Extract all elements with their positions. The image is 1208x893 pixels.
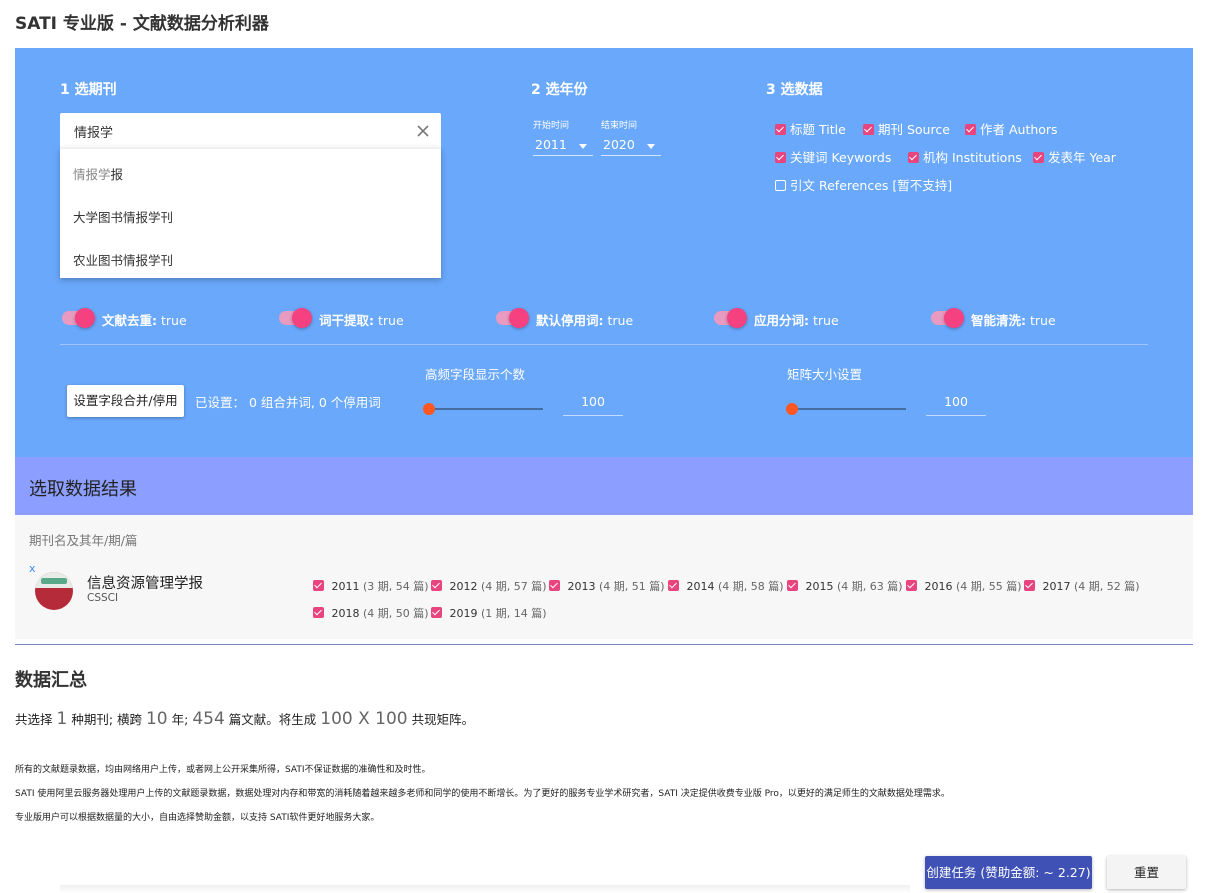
footer-shadow xyxy=(60,885,910,893)
checkbox-checked-icon xyxy=(313,607,324,618)
field-checkbox-keywords[interactable]: 关键词 Keywords xyxy=(775,147,891,166)
results-column-header: 期刊名及其年/期/篇 xyxy=(29,533,138,548)
page-title: SATI 专业版 - 文献数据分析利器 xyxy=(15,14,269,34)
divider xyxy=(60,344,1148,345)
checkbox-checked-icon xyxy=(668,580,679,591)
disclaimer-note: 所有的文献题录数据，均由网络用户上传，或者网上公开采集所得，SATI不保证数据的… xyxy=(15,765,431,775)
journal-search-input[interactable] xyxy=(74,113,394,149)
suggestion-item[interactable]: 情报学报 xyxy=(73,164,123,183)
reset-button[interactable]: 重置 xyxy=(1107,856,1186,889)
disclaimer-note: SATI 使用阿里云服务器处理用户上传的文献题录数据，数据处理对内存和带宽的消耗… xyxy=(15,789,950,799)
checkbox-checked-icon xyxy=(965,124,976,135)
field-checkbox-institutions[interactable]: 机构 Institutions xyxy=(908,147,1022,166)
checkbox-checked-icon xyxy=(787,580,798,591)
year-checkbox[interactable]: 2013 (4 期, 51 篇) xyxy=(549,578,665,594)
chevron-down-icon xyxy=(647,144,655,149)
close-icon[interactable] xyxy=(414,122,432,140)
field-checkbox-title[interactable]: 标题 Title xyxy=(775,119,846,138)
summary-title: 数据汇总 xyxy=(15,670,87,691)
create-task-button[interactable]: 创建任务 (赞助金额: ~ 2.27) xyxy=(925,856,1092,889)
merge-settings-button[interactable]: 设置字段合并/停用 xyxy=(67,385,184,417)
checkbox-unchecked-icon xyxy=(775,180,786,191)
matrix-slider-track[interactable] xyxy=(792,408,906,410)
suggestion-item[interactable]: 农业图书情报学刊 xyxy=(73,250,173,269)
end-year-select[interactable]: 2020 xyxy=(601,132,661,156)
step2-title: 2 选年份 xyxy=(531,82,588,98)
year-checkbox[interactable]: 2015 (4 期, 63 篇) xyxy=(787,578,903,594)
year-checkbox[interactable]: 2019 (1 期, 14 篇) xyxy=(431,605,547,621)
field-checkbox-year[interactable]: 发表年 Year xyxy=(1033,147,1116,166)
merge-status-text: 已设置： 0 组合并词, 0 个停用词 xyxy=(195,395,381,410)
matrix-slider-label: 矩阵大小设置 xyxy=(787,367,863,382)
checkbox-checked-icon xyxy=(549,580,560,591)
results-body: 期刊名及其年/期/篇 x 信息资源管理学报 CSSCI 2011 (3 期, 5… xyxy=(15,515,1193,639)
journal-suggestions: 情报学报 大学图书情报学刊 农业图书情报学刊 xyxy=(60,148,441,278)
freq-slider-label: 高频字段显示个数 xyxy=(425,367,526,382)
checkbox-checked-icon xyxy=(908,152,919,163)
journal-tag: CSSCI xyxy=(87,592,119,604)
checkbox-checked-icon xyxy=(863,124,874,135)
checkbox-checked-icon xyxy=(1033,152,1044,163)
end-year-label: 结束时间 xyxy=(601,121,638,131)
summary-text: 共选择 1 种期刊; 横跨 10 年; 454 篇文献。将生成 100 X 10… xyxy=(15,709,475,729)
journal-logo xyxy=(35,572,73,610)
step3-title: 3 选数据 xyxy=(766,82,823,98)
journal-search-box xyxy=(60,113,441,149)
field-checkbox-source[interactable]: 期刊 Source xyxy=(863,119,950,138)
checkbox-checked-icon xyxy=(775,124,786,135)
checkbox-checked-icon xyxy=(1024,580,1035,591)
checkbox-checked-icon xyxy=(431,580,442,591)
disclaimer-note: 专业版用户可以根据数据量的大小，自由选择赞助金额，以支持 SATI软件更好地服务… xyxy=(15,813,380,823)
year-checkbox[interactable]: 2016 (4 期, 55 篇) xyxy=(906,578,1022,594)
matrix-slider-handle[interactable] xyxy=(786,403,798,415)
field-checkbox-authors[interactable]: 作者 Authors xyxy=(965,119,1058,138)
step1-title: 1 选期刊 xyxy=(60,82,117,98)
config-panel: 1 选期刊 情报学报 大学图书情报学刊 农业图书情报学刊 2 选年份 开始时间 … xyxy=(15,48,1193,457)
journal-name: 信息资源管理学报 xyxy=(87,576,203,592)
checkbox-checked-icon xyxy=(431,607,442,618)
chevron-down-icon xyxy=(579,144,587,149)
checkbox-checked-icon xyxy=(313,580,324,591)
freq-slider-handle[interactable] xyxy=(423,403,435,415)
checkbox-checked-icon xyxy=(775,152,786,163)
year-checkbox[interactable]: 2012 (4 期, 57 篇) xyxy=(431,578,547,594)
year-checkbox[interactable]: 2018 (4 期, 50 篇) xyxy=(313,605,429,621)
year-checkbox[interactable]: 2014 (4 期, 58 篇) xyxy=(668,578,784,594)
matrix-value-input[interactable]: 100 xyxy=(926,392,986,416)
field-checkbox-references[interactable]: 引文 References [暂不支持] xyxy=(775,175,952,194)
start-year-label: 开始时间 xyxy=(533,121,570,131)
year-checkbox[interactable]: 2011 (3 期, 54 篇) xyxy=(313,578,429,594)
checkbox-checked-icon xyxy=(906,580,917,591)
suggestion-item[interactable]: 大学图书情报学刊 xyxy=(73,207,173,226)
freq-slider-track[interactable] xyxy=(429,408,543,410)
divider xyxy=(15,644,1193,645)
freq-value-input[interactable]: 100 xyxy=(563,392,623,416)
results-header-bar: 选取数据结果 xyxy=(15,457,1193,515)
start-year-select[interactable]: 2011 xyxy=(533,132,593,156)
year-checkbox[interactable]: 2017 (4 期, 52 篇) xyxy=(1024,578,1140,594)
results-title: 选取数据结果 xyxy=(29,479,137,500)
